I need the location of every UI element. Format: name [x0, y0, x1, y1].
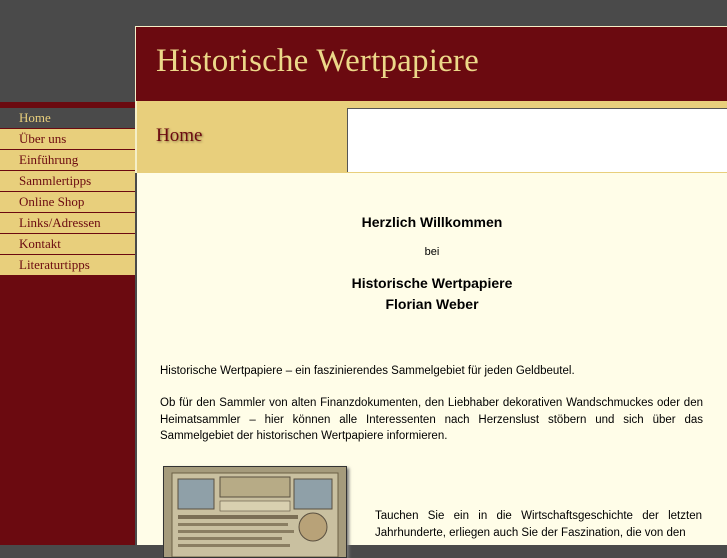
welcome-heading: Herzlich Willkommen: [361, 214, 503, 230]
nav-item-literaturtipps[interactable]: Literaturtipps: [0, 255, 135, 276]
nav-item-links-adressen[interactable]: Links/Adressen: [0, 213, 135, 234]
main-content: Herzlich Willkommen bei Historische Wert…: [137, 173, 727, 558]
site-title: Historische Wertpapiere: [156, 43, 479, 79]
page-title: Home: [156, 125, 203, 146]
nav-item-sammlertipps[interactable]: Sammlertipps: [0, 171, 135, 192]
certificate-illustration: [164, 467, 346, 557]
welcome-bei: bei: [424, 246, 440, 258]
intro-paragraph: Historische Wertpapiere – ein fasziniere…: [160, 365, 575, 377]
page-title-bar: Home: [135, 101, 727, 173]
company-name: Historische Wertpapiere: [351, 275, 513, 291]
nav-item-online-shop[interactable]: Online Shop: [0, 192, 135, 213]
top-bar: [0, 0, 727, 26]
nav-item-ueber-uns[interactable]: Über uns: [0, 129, 135, 150]
left-header-block: [0, 26, 135, 102]
title-bar-panel: [347, 108, 727, 172]
nav-item-home[interactable]: Home: [0, 108, 135, 129]
site-header: Historische Wertpapiere: [135, 26, 727, 101]
sidebar-nav: Home Über uns Einführung Sammlertipps On…: [0, 108, 135, 545]
nav-item-einfuehrung[interactable]: Einführung: [0, 150, 135, 171]
owner-name: Florian Weber: [385, 296, 479, 312]
history-paragraph: Tauchen Sie ein in die Wirtschaftsgeschi…: [375, 510, 702, 539]
share-certificate-image: [163, 466, 347, 558]
nav-item-kontakt[interactable]: Kontakt: [0, 234, 135, 255]
audience-paragraph: Ob für den Sammler von alten Finanzdokum…: [160, 397, 703, 442]
